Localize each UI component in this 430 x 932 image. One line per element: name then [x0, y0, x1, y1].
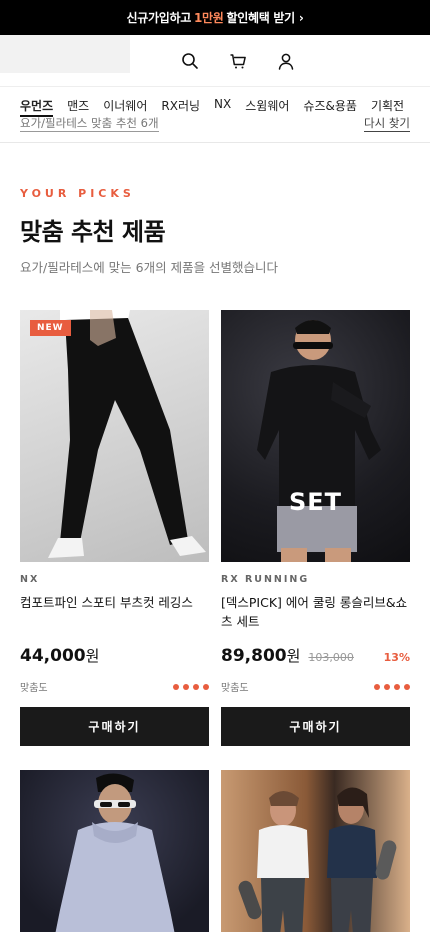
buy-button[interactable]: 구매하기: [221, 707, 410, 746]
product-brand: RX RUNNING: [221, 574, 310, 585]
fit-dot: [183, 683, 189, 690]
product-price: 44,000: [20, 646, 86, 666]
page-description: 요가/필라테스에 맞는 6개의 제품을 선별했습니다: [20, 260, 279, 275]
product-price: 89,800: [221, 646, 287, 666]
promo-banner[interactable]: 신규가입하고 1만원 할인혜택 받기 ›: [0, 0, 430, 35]
product-image[interactable]: NEW: [20, 310, 209, 562]
product-name[interactable]: [덱스PICK] 에어 쿨링 롱슬리브&쇼츠 세트: [221, 593, 410, 631]
fit-dot: [173, 683, 179, 690]
product-card[interactable]: NEW NX 컴포트파인 스포티 부츠컷 레깅스 44,000 원 맞춤도 구매…: [20, 310, 209, 746]
logo[interactable]: [0, 35, 130, 73]
price-row: 44,000 원: [20, 645, 209, 667]
tab-womens[interactable]: 우먼즈: [20, 97, 54, 117]
fit-score-dots: [374, 683, 410, 690]
fit-dot: [203, 683, 209, 690]
site-header: [0, 35, 430, 87]
filter-context: 요가/필라테스 맞춤 추천 6개 다시 찾기: [20, 115, 410, 132]
product-card[interactable]: [221, 746, 410, 932]
recommendation-header: YOUR PICKS 맞춤 추천 제품 요가/필라테스에 맞는 6개의 제품을 …: [0, 143, 430, 276]
user-icon[interactable]: [276, 51, 296, 71]
fit-dot: [193, 683, 199, 690]
chevron-right-icon: ›: [298, 10, 304, 25]
category-tabs: 우먼즈 맨즈 이너웨어 RX러닝 NX 스윔웨어 슈즈&용품 기획전: [20, 97, 430, 117]
tab-rx-running[interactable]: RX러닝: [161, 97, 200, 117]
price-row: 89,800 원 103,000 13%: [221, 645, 410, 667]
promo-text: 신규가입하고: [126, 11, 192, 25]
tab-swimwear[interactable]: 스윔웨어: [245, 97, 289, 117]
category-nav: 우먼즈 맨즈 이너웨어 RX러닝 NX 스윔웨어 슈즈&용품 기획전 요가/필라…: [0, 87, 430, 143]
product-name[interactable]: 컴포트파인 스포티 부츠컷 레깅스: [20, 593, 209, 631]
price-unit: 원: [286, 647, 301, 665]
product-image[interactable]: [221, 770, 410, 932]
cart-icon[interactable]: [228, 51, 248, 71]
page-title: 맞춤 추천 제품: [20, 218, 166, 246]
product-image[interactable]: SET: [221, 310, 410, 562]
fit-dot: [394, 683, 400, 690]
fit-dot: [404, 683, 410, 690]
tab-nx[interactable]: NX: [214, 97, 231, 117]
discount-rate: 13%: [383, 651, 410, 664]
buy-button[interactable]: 구매하기: [20, 707, 209, 746]
reset-search-link[interactable]: 다시 찾기: [364, 115, 410, 132]
price-unit: 원: [85, 647, 100, 665]
original-price: 103,000: [308, 651, 354, 664]
fit-dot: [384, 683, 390, 690]
new-badge: NEW: [30, 320, 71, 336]
tab-promotions[interactable]: 기획전: [371, 97, 404, 117]
product-card[interactable]: [20, 746, 209, 932]
tab-innerwear[interactable]: 이너웨어: [103, 97, 147, 117]
product-grid: NEW NX 컴포트파인 스포티 부츠컷 레깅스 44,000 원 맞춤도 구매…: [20, 310, 410, 932]
fit-label: 맞춤도: [20, 683, 48, 694]
promo-highlight: 1만원: [193, 11, 224, 25]
fit-dot: [374, 683, 380, 690]
eyebrow-label: YOUR PICKS: [20, 187, 135, 200]
product-card[interactable]: SET RX RUNNING [덱스PICK] 에어 쿨링 롱슬리브&쇼츠 세트…: [221, 310, 410, 746]
fit-label: 맞춤도: [221, 683, 249, 694]
tab-shoes-goods[interactable]: 슈즈&용품: [303, 97, 357, 117]
product-image[interactable]: [20, 770, 209, 932]
filter-summary: 요가/필라테스 맞춤 추천 6개: [20, 116, 159, 132]
product-brand: NX: [20, 574, 40, 585]
search-icon[interactable]: [180, 51, 200, 71]
fit-row: 맞춤도: [221, 679, 410, 694]
tab-mens[interactable]: 맨즈: [67, 97, 89, 117]
fit-score-dots: [173, 683, 209, 690]
promo-text-rest: 할인혜택 받기: [226, 11, 296, 25]
fit-row: 맞춤도: [20, 679, 209, 694]
set-overlay-label: SET: [288, 488, 343, 516]
